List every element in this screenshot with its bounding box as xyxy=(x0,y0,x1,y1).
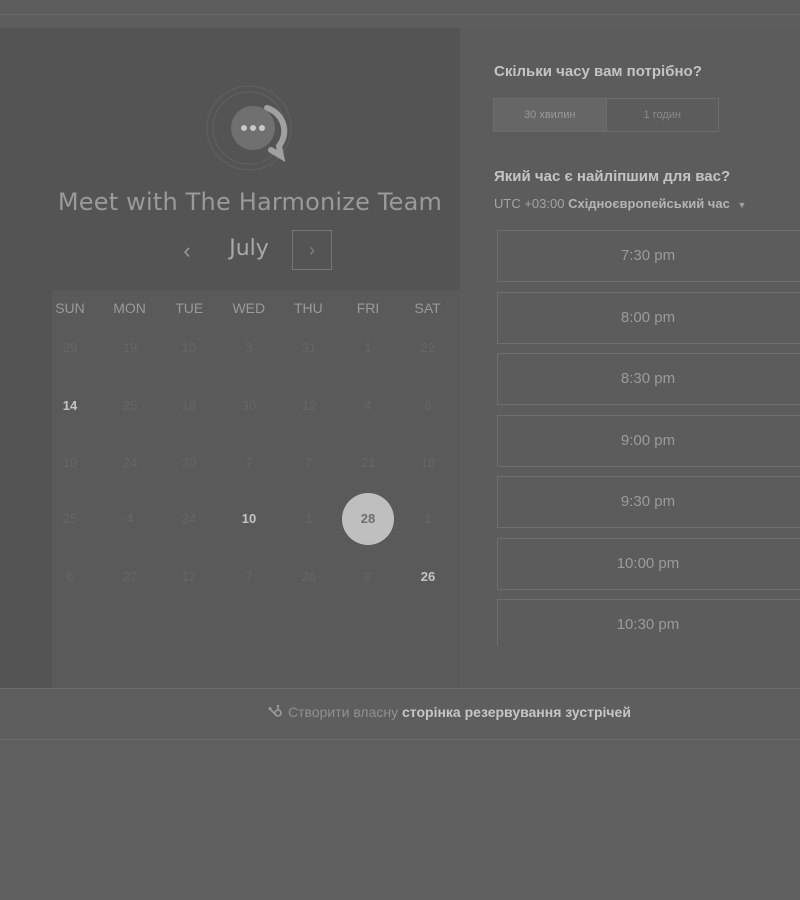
weekday-tue: TUE xyxy=(175,300,204,316)
weekday-mon: MON xyxy=(113,300,146,316)
calendar-day: 29 xyxy=(62,340,78,355)
calendar-day: 22 xyxy=(420,340,436,355)
calendar-day: 7 xyxy=(245,455,253,470)
timezone-selector[interactable]: UTC +03:00 Східноєвропейський час ▼ xyxy=(494,196,746,211)
calendar-day: 30 xyxy=(181,455,197,470)
calendar-day: 6 xyxy=(424,398,432,413)
weekday-thu: THU xyxy=(294,300,323,316)
time-question: Який час є найліпшим для вас? xyxy=(494,168,731,185)
calendar-day: 8 xyxy=(364,569,372,584)
calendar-day: 25 xyxy=(122,398,138,413)
chat-bubble-icon xyxy=(205,84,293,172)
duration-1-hour-button[interactable]: 1 годин xyxy=(607,99,719,131)
calendar-day: 26 xyxy=(301,569,317,584)
weekday-fri: FRI xyxy=(356,300,380,316)
calendar-day: 4 xyxy=(364,398,372,413)
duration-question: Скільки часу вам потрібно? xyxy=(494,63,702,80)
time-slot-list: 7:30 pm 8:00 pm 8:30 pm 9:00 pm 9:30 pm 10:00… xyxy=(497,230,800,646)
calendar-day: 25 xyxy=(62,511,78,526)
top-divider xyxy=(0,14,800,15)
weekday-wed: WED xyxy=(232,300,266,316)
time-slot-button[interactable]: 10:00 pm xyxy=(497,537,800,590)
timezone-name: Східноєвропейський час xyxy=(568,196,730,211)
calendar-day: 1 xyxy=(424,511,432,526)
calendar-day: 19 xyxy=(122,340,138,355)
selected-day[interactable]: 28 xyxy=(342,493,394,545)
calendar-day[interactable]: 26 xyxy=(402,551,454,603)
month-navigation: ‹ July › xyxy=(0,230,500,274)
calendar-day: 12 xyxy=(181,569,197,584)
calendar-day[interactable]: 14 xyxy=(44,380,96,432)
calendar-day: 6 xyxy=(66,569,74,584)
calendar-day: 21 xyxy=(360,455,376,470)
calendar-day: 10 xyxy=(62,455,78,470)
calendar-day: 16 xyxy=(181,398,197,413)
calendar-day[interactable]: 10 xyxy=(223,493,275,545)
duration-toggle: 30 хвилин 1 годин xyxy=(493,98,719,132)
calendar-day: 24 xyxy=(181,511,197,526)
sprocket-icon xyxy=(268,704,284,722)
time-slot-button[interactable]: 8:30 pm xyxy=(497,353,800,405)
time-slot-button[interactable]: 9:30 pm xyxy=(497,476,800,528)
timezone-offset: UTC +03:00 xyxy=(494,196,565,211)
calendar-day: 18 xyxy=(420,455,436,470)
weekday-sun: SUN xyxy=(55,300,85,316)
month-label: July xyxy=(229,236,269,261)
calendar-day: 1 xyxy=(364,340,372,355)
calendar-day: 4 xyxy=(126,511,134,526)
time-slot-button[interactable]: 7:30 pm xyxy=(497,230,800,282)
booking-title: Meet with The Harmonize Team xyxy=(57,188,443,216)
calendar-day: 24 xyxy=(122,455,138,470)
calendar-grid: SUN MON TUE WED THU FRI SAT 29 19 10 3 31 1 22 14 25 16… xyxy=(52,290,460,688)
calendar-day: 7 xyxy=(245,569,253,584)
footer-prefix: Створити власну xyxy=(288,704,399,720)
create-booking-page-link[interactable]: сторінка резервування зустрічей xyxy=(402,704,631,720)
calendar-day: 12 xyxy=(301,398,317,413)
time-slot-button[interactable]: 9:00 pm xyxy=(497,414,800,467)
next-month-button[interactable]: › xyxy=(292,230,332,270)
calendar-day: 10 xyxy=(181,340,197,355)
footer-bar: Створити власну сторінка резервування зу… xyxy=(0,688,800,740)
calendar-day: 7 xyxy=(305,455,313,470)
time-slot-button[interactable]: 10:30 pm xyxy=(497,599,800,646)
footer-cta: Створити власну сторінка резервування зу… xyxy=(268,704,631,722)
time-slot-button[interactable]: 8:00 pm xyxy=(497,291,800,344)
weekday-header: SUN MON TUE WED THU FRI SAT xyxy=(40,300,460,320)
calendar-day: 31 xyxy=(301,340,317,355)
calendar-day: 27 xyxy=(122,569,138,584)
calendar-day: 1 xyxy=(305,511,313,526)
caret-down-icon: ▼ xyxy=(737,200,747,210)
calendar-day: 30 xyxy=(241,398,257,413)
calendar-day: 3 xyxy=(245,340,253,355)
weekday-sat: SAT xyxy=(414,300,441,316)
duration-30-minutes-button[interactable]: 30 хвилин xyxy=(494,99,607,131)
prev-month-button[interactable]: ‹ xyxy=(170,234,204,268)
